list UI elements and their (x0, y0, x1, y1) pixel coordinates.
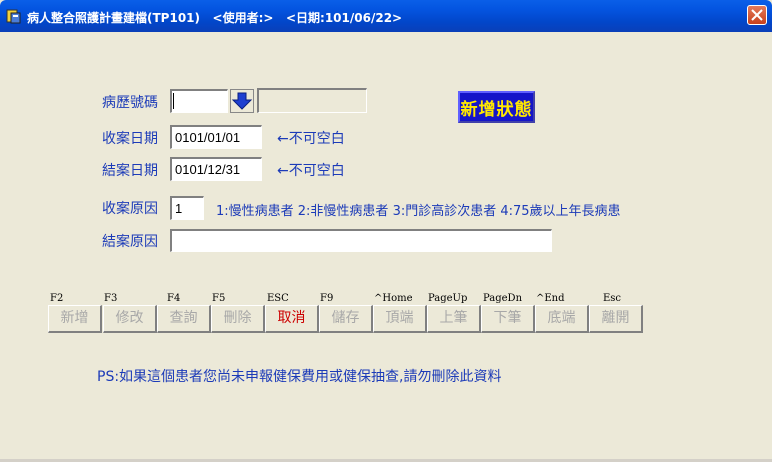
arrow-down-icon (231, 92, 253, 110)
shortcut-key-label: PageUp (428, 293, 468, 304)
toolbar-button-6[interactable]: 頂端 (373, 305, 427, 333)
close-icon (751, 9, 763, 21)
shortcut-key-label: F2 (50, 293, 64, 304)
intake-date-input[interactable]: 0101/01/01 (170, 125, 262, 149)
status-badge: 新增狀態 (458, 91, 535, 123)
close-button[interactable] (747, 5, 767, 25)
toolbar-button-0[interactable]: 新增 (48, 305, 102, 333)
toolbar-button-10[interactable]: 離開 (589, 305, 643, 333)
toolbar-button-3[interactable]: 刪除 (211, 305, 265, 333)
shortcut-key-label: F5 (212, 293, 226, 304)
window-title: 病人整合照護計畫建檔(TP101) <使用者:> <日期:101/06/22> (27, 11, 403, 25)
title-bar[interactable]: 病人整合照護計畫建檔(TP101) <使用者:> <日期:101/06/22> (0, 0, 772, 32)
close-date-input[interactable]: 0101/12/31 (170, 157, 262, 181)
ps-note: PS:如果這個患者您尚未申報健保費用或健保抽查,請勿刪除此資料 (97, 369, 502, 385)
shortcut-key-label: F3 (104, 293, 118, 304)
toolbar-button-2[interactable]: 查詢 (157, 305, 211, 333)
toolbar-button-1[interactable]: 修改 (103, 305, 157, 333)
intake-date-required-note: ←不可空白 (277, 131, 345, 147)
close-reason-label: 結案原因 (102, 234, 158, 250)
record-no-input[interactable] (170, 89, 228, 113)
shortcut-key-label: F4 (167, 293, 181, 304)
close-date-required-note: ←不可空白 (277, 163, 345, 179)
shortcut-key-label: ^End (536, 293, 565, 304)
toolbar-button-5[interactable]: 儲存 (319, 305, 373, 333)
app-window: 病人整合照護計畫建檔(TP101) <使用者:> <日期:101/06/22> … (0, 0, 772, 462)
shortcut-key-label: ^Home (374, 293, 413, 304)
close-reason-input[interactable] (170, 229, 552, 252)
intake-reason-hint: 1:慢性病患者 2:非慢性病患者 3:門診高診次患者 4:75歲以上年長病患 (216, 204, 621, 219)
app-icon (6, 8, 22, 24)
close-date-label: 結案日期 (102, 163, 158, 179)
toolbar-button-8[interactable]: 下筆 (481, 305, 535, 333)
toolbar-button-7[interactable]: 上筆 (427, 305, 481, 333)
lookup-button[interactable] (230, 89, 254, 113)
intake-reason-input[interactable]: 1 (170, 196, 204, 220)
patient-name-display (257, 88, 367, 113)
shortcut-key-label: ESC (267, 293, 289, 304)
toolbar-button-4[interactable]: 取消 (265, 305, 319, 333)
shortcut-key-label: F9 (320, 293, 334, 304)
intake-date-label: 收案日期 (102, 131, 158, 147)
shortcut-key-label: PageDn (483, 293, 523, 304)
text-cursor (173, 93, 174, 109)
toolbar-button-9[interactable]: 底端 (535, 305, 589, 333)
intake-reason-label: 收案原因 (102, 201, 158, 217)
shortcut-key-label: Esc (603, 293, 622, 304)
record-no-label: 病歷號碼 (102, 95, 158, 111)
